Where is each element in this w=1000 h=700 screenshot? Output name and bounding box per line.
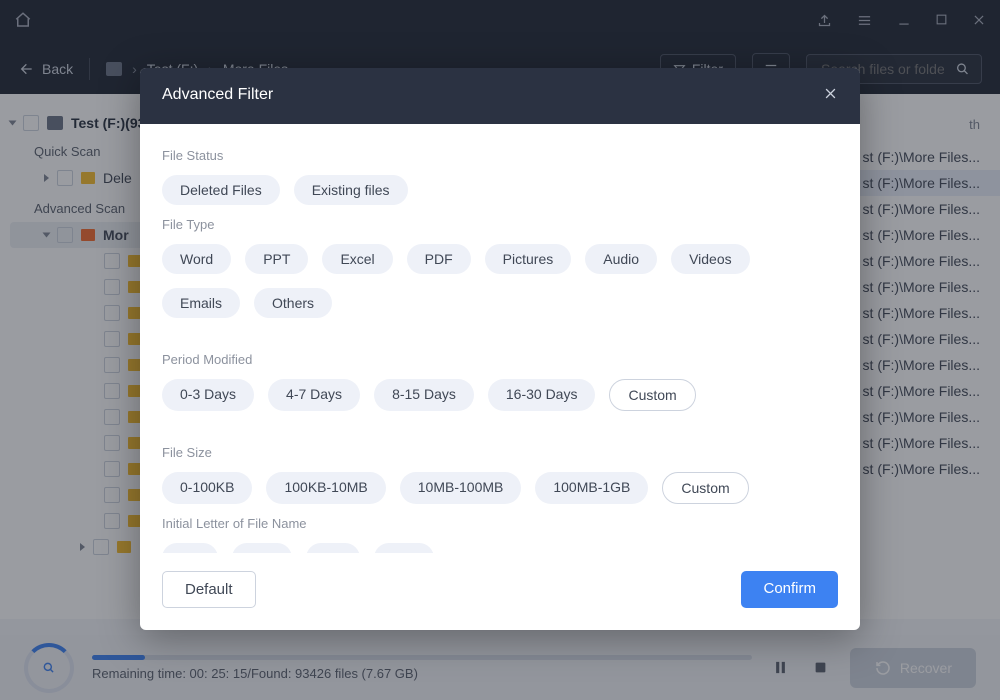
filter-pill-pictures[interactable]: Pictures [485,244,572,274]
filter-pill-existing-files[interactable]: Existing files [294,175,408,205]
filter-pill-ppt[interactable]: PPT [245,244,308,274]
section-filetype-label: File Type [162,217,838,232]
advanced-filter-modal: Advanced Filter File Status Deleted File… [140,68,860,630]
filter-pill-a-h[interactable]: A-H [232,543,292,553]
modal-title: Advanced Filter [162,86,273,106]
filter-pill-100mb-1gb[interactable]: 100MB-1GB [535,472,648,504]
filter-pill-8-15-days[interactable]: 8-15 Days [374,379,474,411]
filter-pill-0-3-days[interactable]: 0-3 Days [162,379,254,411]
filter-pill-deleted-files[interactable]: Deleted Files [162,175,280,205]
filter-pill-4-7-days[interactable]: 4-7 Days [268,379,360,411]
filter-pill-emails[interactable]: Emails [162,288,240,318]
default-button[interactable]: Default [162,571,256,608]
filter-pill-16-30-days[interactable]: 16-30 Days [488,379,596,411]
filter-pill-10mb-100mb[interactable]: 10MB-100MB [400,472,522,504]
section-filestatus-label: File Status [162,148,838,163]
filter-pill-custom[interactable]: Custom [662,472,748,504]
section-period-label: Period Modified [162,352,838,367]
section-filesize-label: File Size [162,445,838,460]
filter-pill-q-z[interactable]: Q-Z [374,543,434,553]
filter-pill-word[interactable]: Word [162,244,231,274]
filter-pill-videos[interactable]: Videos [671,244,750,274]
filter-pill-pdf[interactable]: PDF [407,244,471,274]
filter-pill-0-9[interactable]: 0-9 [162,543,218,553]
filter-pill-custom[interactable]: Custom [609,379,695,411]
filter-pill-100kb-10mb[interactable]: 100KB-10MB [266,472,385,504]
filter-pill-i-p[interactable]: I-P [306,543,360,553]
filter-pill-audio[interactable]: Audio [585,244,657,274]
confirm-button[interactable]: Confirm [741,571,838,608]
filter-pill-0-100kb[interactable]: 0-100KB [162,472,252,504]
section-initial-label: Initial Letter of File Name [162,516,838,531]
filter-pill-excel[interactable]: Excel [322,244,392,274]
modal-close-button[interactable] [823,86,838,106]
filter-pill-others[interactable]: Others [254,288,332,318]
